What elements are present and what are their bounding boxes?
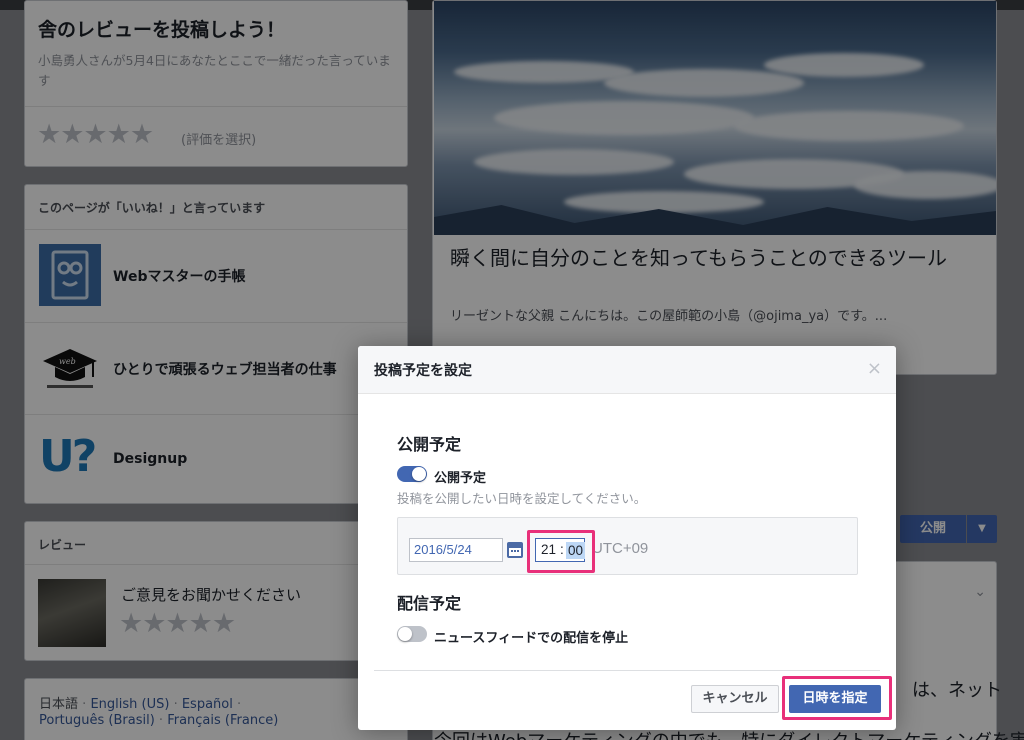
date-input[interactable]: 2016/5/24 (409, 538, 503, 562)
cancel-button[interactable]: キャンセル (691, 685, 779, 713)
time-input-highlight (527, 530, 595, 573)
schedule-post-dialog: 投稿予定を設定 × 公開予定 公開予定 投稿を公開したい日時を設定してください。… (358, 346, 896, 730)
distribution-schedule-heading: 配信予定 (397, 594, 462, 613)
publish-help-text: 投稿を公開したい日時を設定してください。 (397, 491, 647, 506)
publish-schedule-heading: 公開予定 (397, 435, 462, 454)
calendar-icon[interactable] (507, 542, 523, 558)
publish-schedule-toggle-label: 公開予定 (434, 471, 487, 486)
datetime-picker: 2016/5/24 21 : 00 UTC+09 (397, 517, 858, 575)
close-icon[interactable]: × (867, 358, 882, 379)
stop-newsfeed-toggle[interactable] (397, 626, 427, 642)
dialog-footer-divider (374, 670, 880, 671)
stop-newsfeed-toggle-label: ニュースフィードでの配信を停止 (434, 631, 629, 646)
publish-schedule-toggle[interactable] (397, 466, 427, 482)
schedule-button-highlight (782, 676, 892, 720)
dialog-title: 投稿予定を設定 (374, 363, 472, 379)
dialog-header: 投稿予定を設定 × (358, 346, 896, 394)
timezone-label: UTC+09 (592, 540, 649, 557)
